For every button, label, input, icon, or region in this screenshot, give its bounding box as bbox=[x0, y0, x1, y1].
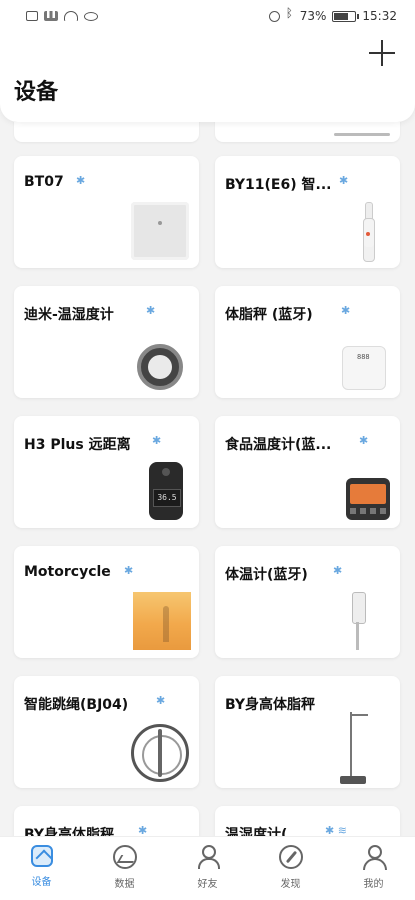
device-card[interactable]: 体脂秤 (蓝牙) ✱ bbox=[215, 286, 400, 398]
device-name: BT07 bbox=[24, 174, 64, 190]
bluetooth-wifi-icon: ✱ ≋ bbox=[325, 824, 347, 836]
add-device-button[interactable] bbox=[369, 40, 395, 66]
wifi-icon bbox=[64, 11, 78, 21]
scale-icon bbox=[342, 346, 386, 390]
device-card-partial[interactable] bbox=[14, 122, 199, 142]
nav-label: 发现 bbox=[280, 879, 301, 890]
bluetooth-icon bbox=[286, 6, 294, 22]
thermometer-gun-icon bbox=[149, 462, 183, 520]
height-scale-arm bbox=[350, 714, 368, 716]
home-icon bbox=[30, 845, 53, 867]
status-right: 73% 15:32 bbox=[268, 6, 397, 23]
bluetooth-icon: ✱ bbox=[152, 434, 162, 447]
device-name: Motorcycle bbox=[24, 564, 111, 580]
nav-label: 数据 bbox=[114, 879, 135, 890]
device-card[interactable]: BT07 ✱ bbox=[14, 156, 199, 268]
alarm-icon bbox=[268, 10, 280, 22]
nav-label: 我的 bbox=[363, 879, 384, 890]
device-card[interactable]: 体温计(蓝牙) ✱ bbox=[215, 546, 400, 658]
nav-discover[interactable]: 发现 bbox=[259, 845, 323, 890]
device-name: BY身高体脂秤 bbox=[225, 697, 316, 713]
bluetooth-icon: ✱ bbox=[359, 434, 369, 447]
hub-icon bbox=[131, 202, 189, 260]
nav-label: 好友 bbox=[197, 879, 218, 890]
battery-percent: 73% bbox=[299, 9, 327, 23]
sim-icon bbox=[26, 11, 38, 21]
device-card[interactable]: 食品温度计(蓝... ✱ bbox=[215, 416, 400, 528]
device-card[interactable]: BY身高体脂秤 bbox=[215, 676, 400, 788]
bluetooth-icon: ✱ bbox=[138, 824, 148, 836]
device-name: 智能跳绳(BJ04) bbox=[24, 697, 129, 713]
hygrometer-icon bbox=[137, 344, 183, 390]
device-card-partial[interactable] bbox=[215, 122, 400, 142]
bluetooth-icon: ✱ bbox=[156, 694, 166, 707]
bluetooth-icon: ✱ bbox=[333, 564, 343, 577]
bottom-nav: 设备 数据 好友 发现 我的 bbox=[0, 836, 415, 900]
toothbrush-icon bbox=[360, 202, 376, 262]
friends-icon bbox=[196, 845, 220, 869]
motorcycle-photo bbox=[133, 592, 191, 650]
device-image-partial bbox=[334, 133, 390, 136]
signal-icon bbox=[44, 11, 58, 21]
clock: 15:32 bbox=[362, 9, 397, 23]
bluetooth-icon: ✱ bbox=[124, 564, 134, 577]
page-title: 设备 bbox=[14, 80, 59, 105]
bluetooth-icon: ✱ bbox=[339, 174, 349, 187]
status-bar: 73% 15:32 bbox=[0, 0, 415, 32]
nav-label: 设备 bbox=[31, 877, 52, 888]
device-name: 体脂秤 (蓝牙) bbox=[225, 307, 313, 323]
device-name: 食品温度计(蓝... bbox=[225, 437, 332, 453]
nav-data[interactable]: 数据 bbox=[93, 845, 157, 890]
device-card[interactable]: BY11(E6) 智... ✱ bbox=[215, 156, 400, 268]
bluetooth-icon: ✱ bbox=[146, 304, 156, 317]
jump-rope-icon bbox=[131, 724, 189, 782]
device-grid: BT07 ✱ BY11(E6) 智... ✱ 迪米-温湿度计 ✱ 体脂秤 (蓝牙… bbox=[0, 122, 415, 836]
chart-icon bbox=[112, 845, 137, 869]
device-card[interactable]: 迪米-温湿度计 ✱ bbox=[14, 286, 199, 398]
nav-friends[interactable]: 好友 bbox=[176, 845, 240, 890]
header: 设备 bbox=[0, 32, 415, 122]
profile-icon bbox=[362, 845, 387, 870]
device-name: 迪米-温湿度计 bbox=[24, 307, 114, 323]
device-card[interactable]: 智能跳绳(BJ04) ✱ bbox=[14, 676, 199, 788]
device-card[interactable]: BY身高体脂秤 ✱ bbox=[14, 806, 199, 836]
device-name: 温湿度计(... bbox=[225, 827, 304, 836]
bluetooth-icon: ✱ bbox=[341, 304, 351, 317]
compass-icon bbox=[278, 845, 303, 869]
thermometer-icon bbox=[350, 592, 366, 650]
device-card[interactable]: H3 Plus 远距离 ✱ bbox=[14, 416, 199, 528]
device-name: H3 Plus 远距离 bbox=[24, 437, 131, 453]
toothbrush-led bbox=[366, 232, 370, 236]
food-thermometer-icon bbox=[346, 478, 390, 520]
height-scale-icon bbox=[340, 712, 370, 784]
battery-level bbox=[334, 12, 349, 20]
battery-icon bbox=[332, 10, 360, 22]
nav-devices[interactable]: 设备 bbox=[10, 845, 74, 888]
device-name: 体温计(蓝牙) bbox=[225, 567, 308, 583]
device-card[interactable]: 温湿度计(... ✱ ≋ bbox=[215, 806, 400, 836]
device-name: BY11(E6) 智... bbox=[225, 177, 332, 193]
bluetooth-icon: ✱ bbox=[76, 174, 86, 187]
device-name: BY身高体脂秤 bbox=[24, 827, 115, 836]
eye-icon bbox=[84, 11, 98, 21]
device-card[interactable]: Motorcycle ✱ bbox=[14, 546, 199, 658]
status-left bbox=[26, 11, 98, 21]
nav-me[interactable]: 我的 bbox=[342, 845, 406, 890]
